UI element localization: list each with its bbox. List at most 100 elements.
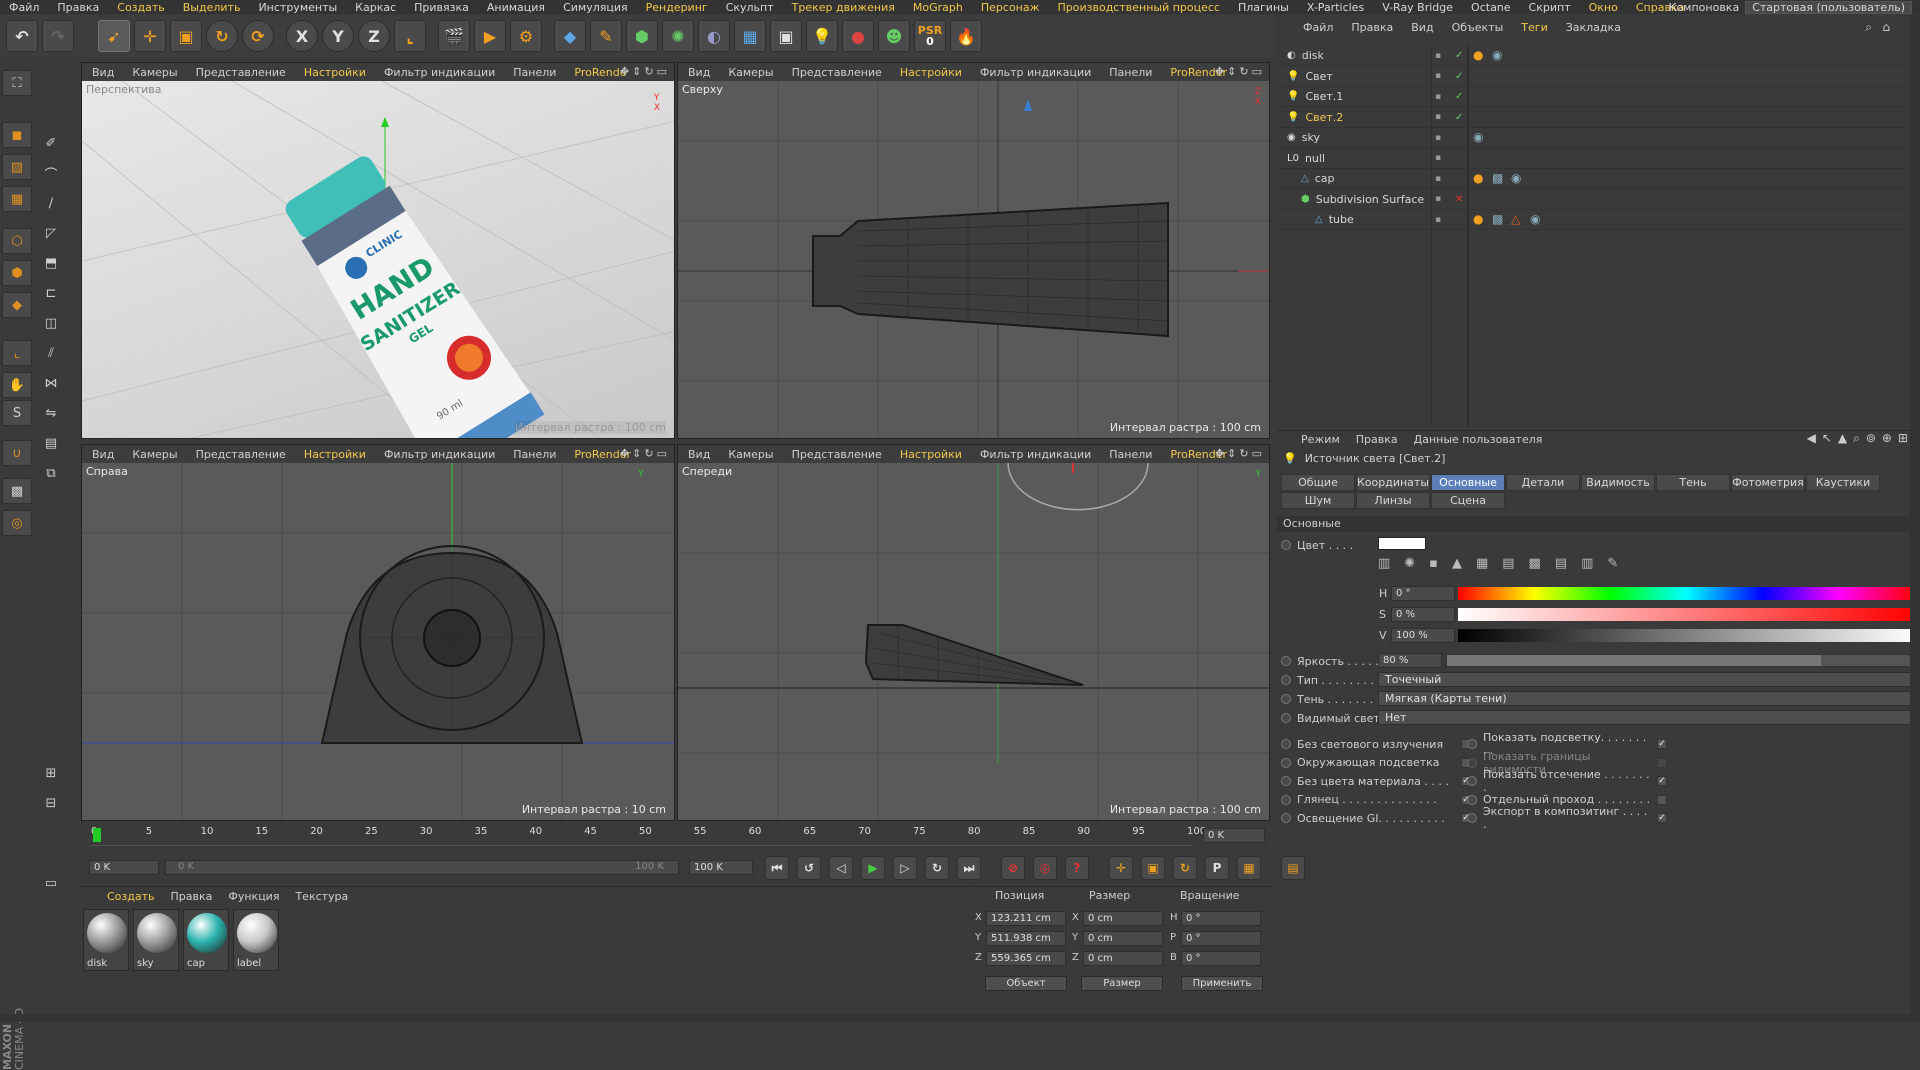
autokey-icon[interactable]: ◎ xyxy=(1033,856,1057,880)
stitch-tool-icon[interactable]: ⧉ xyxy=(36,460,66,486)
value-slider[interactable] xyxy=(1458,629,1915,642)
menu-item[interactable]: Скрипт xyxy=(1520,1,1580,14)
bridge-tool-icon[interactable]: ⊏ xyxy=(36,280,66,306)
magnet-icon[interactable]: ∪ xyxy=(2,440,32,466)
visibility-toggle-icon[interactable]: ▪ xyxy=(1435,215,1441,225)
color-swatch[interactable] xyxy=(1378,537,1426,550)
viewport-right[interactable]: Вид Камеры Представление Настройки Фильтр ин… xyxy=(81,444,675,821)
record-icon[interactable]: ⊘ xyxy=(1001,856,1025,880)
menu-item[interactable]: Файл xyxy=(0,1,48,14)
viewport-menu-item[interactable]: Камеры xyxy=(728,66,773,79)
viewport-canvas[interactable]: Спереди Интервал растра : 100 cm Y xyxy=(678,463,1269,820)
viewport-menu-item[interactable]: Камеры xyxy=(132,66,177,79)
object-mode-icon[interactable]: ◼ xyxy=(2,122,32,148)
move-icon[interactable]: ✛ xyxy=(134,20,166,52)
rot-b-field[interactable]: 0 ° xyxy=(1181,951,1261,966)
pen-icon[interactable]: ✎ xyxy=(590,20,622,52)
render-view-icon[interactable]: 🎬 xyxy=(438,20,470,52)
brightness-field[interactable]: 80 % xyxy=(1378,653,1442,668)
enabled-check-icon[interactable]: ✓ xyxy=(1455,71,1463,82)
disabled-icon[interactable]: ✕ xyxy=(1455,194,1463,205)
attr-menu-item[interactable]: Данные пользователя xyxy=(1414,433,1543,446)
timeline-ruler[interactable]: 0510152025303540455055606570758085909510… xyxy=(81,826,1271,846)
next-frame-icon[interactable]: ▷ xyxy=(893,856,917,880)
visibility-toggle-icon[interactable]: ▪ xyxy=(1435,153,1441,163)
menu-item[interactable]: V-Ray Bridge xyxy=(1373,1,1462,14)
enabled-check-icon[interactable]: ✓ xyxy=(1455,91,1463,102)
material-swatch[interactable]: label xyxy=(233,909,279,971)
checkbox[interactable]: ✓ xyxy=(1657,739,1667,749)
texture-mode-icon[interactable]: ▧ xyxy=(2,154,32,180)
workplane-icon[interactable]: ▦ xyxy=(2,186,32,212)
key-scale-icon[interactable]: ▣ xyxy=(1141,856,1165,880)
attr-tab[interactable]: Каустики xyxy=(1806,474,1880,491)
checkbox[interactable] xyxy=(1657,794,1667,805)
viewport-menu-item[interactable]: Панели xyxy=(1109,448,1152,461)
spline-tool-icon[interactable]: ⊟ xyxy=(36,790,66,816)
hue-slider[interactable] xyxy=(1458,587,1915,600)
attr-tab[interactable]: Сцена xyxy=(1431,492,1505,509)
material-menu-item[interactable]: Правка xyxy=(171,890,213,903)
coord-size-dropdown[interactable]: Размер xyxy=(1081,976,1163,991)
color-radio[interactable] xyxy=(1281,540,1291,550)
visibility-toggle-icon[interactable]: ▪ xyxy=(1435,174,1441,184)
grid-tool-icon[interactable]: ⊞ xyxy=(36,760,66,786)
render-picture-icon[interactable]: ▶ xyxy=(474,20,506,52)
render-settings-icon[interactable]: ⚙ xyxy=(510,20,542,52)
weld-tool-icon[interactable]: ⋈ xyxy=(36,370,66,396)
viewport-top[interactable]: Вид Камеры Представление Настройки Фильтр ин… xyxy=(677,62,1270,439)
v-field[interactable]: 100 % xyxy=(1391,628,1455,643)
camera-icon[interactable]: ▣ xyxy=(770,20,802,52)
brush-tool-icon[interactable]: ✐ xyxy=(36,130,66,156)
axis-mode-icon[interactable]: ⌞ xyxy=(2,340,32,366)
light-icon[interactable]: 💡 xyxy=(806,20,838,52)
prev-frame-icon[interactable]: ◁ xyxy=(829,856,853,880)
visibility-toggle-icon[interactable]: ▪ xyxy=(1435,51,1441,61)
size-x-field[interactable]: 0 cm xyxy=(1083,911,1163,926)
sculpt-tool-icon[interactable]: ⌒ xyxy=(36,160,66,186)
go-to-start-icon[interactable]: ⏮ xyxy=(765,856,789,880)
psr-icon[interactable]: PSR 0 xyxy=(914,20,946,52)
viewport-menu-item[interactable]: Настройки xyxy=(900,66,962,79)
tag-icon[interactable]: ● xyxy=(1473,212,1483,226)
checkbox-radio[interactable] xyxy=(1281,794,1291,805)
knife-tool-icon[interactable]: ∕ xyxy=(36,190,66,216)
prev-key-icon[interactable]: ↺ xyxy=(797,856,821,880)
menu-item[interactable]: Привязка xyxy=(405,1,478,14)
object-menu-item[interactable]: Вид xyxy=(1411,21,1433,34)
attr-tab[interactable]: Фотометрия xyxy=(1731,474,1805,491)
checkbox-radio[interactable] xyxy=(1281,739,1291,749)
menu-item[interactable]: MoGraph xyxy=(904,1,972,14)
scale-icon[interactable]: ▣ xyxy=(170,20,202,52)
viewport-canvas[interactable]: Справа Интервал растра : 10 cm Y xyxy=(82,463,674,820)
deformer-icon[interactable]: ◐ xyxy=(698,20,730,52)
viewport-menu-item[interactable]: Панели xyxy=(1109,66,1152,79)
tag-icon[interactable]: ◉ xyxy=(1473,130,1483,144)
timeline-window-icon[interactable]: ▤ xyxy=(1281,856,1305,880)
play-icon[interactable]: ▶ xyxy=(861,856,885,880)
floor-icon[interactable]: ▦ xyxy=(734,20,766,52)
cloner-icon[interactable]: ✺ xyxy=(662,20,694,52)
object-menu-item[interactable]: Закладка xyxy=(1566,21,1621,34)
viewport-menu-item[interactable]: Фильтр индикации xyxy=(384,66,495,79)
viewport-nav-icon[interactable]: ✥⇕↻▭ xyxy=(620,447,670,460)
rot-h-field[interactable]: 0 ° xyxy=(1181,911,1261,926)
viewport-menu-item[interactable]: Настройки xyxy=(900,448,962,461)
checkbox-radio[interactable] xyxy=(1281,757,1291,768)
viewport-menu-item[interactable]: Камеры xyxy=(132,448,177,461)
visibility-toggle-icon[interactable]: ▪ xyxy=(1435,194,1441,204)
lock-workplane-icon[interactable]: ▩ xyxy=(2,478,32,504)
material-swatch[interactable]: cap xyxy=(183,909,229,971)
menu-item[interactable]: Плагины xyxy=(1229,1,1298,14)
menu-item[interactable]: Трекер движения xyxy=(783,1,904,14)
checkbox-radio[interactable] xyxy=(1467,794,1477,805)
visibility-toggle-icon[interactable]: ▪ xyxy=(1435,133,1441,143)
viewport-menu-item[interactable]: Вид xyxy=(688,448,710,461)
object-menu-item[interactable]: Правка xyxy=(1351,21,1393,34)
attr-tab[interactable]: Координаты xyxy=(1356,474,1430,491)
viewport-menu-item[interactable]: Представление xyxy=(196,448,286,461)
viewport-front[interactable]: Вид Камеры Представление Настройки Фильтр ин… xyxy=(677,444,1270,821)
viewport-nav-icon[interactable]: ✥⇕↻▭ xyxy=(620,65,670,78)
tweak-icon[interactable]: ✋ xyxy=(2,372,32,398)
cube-icon[interactable]: ◆ xyxy=(554,20,586,52)
